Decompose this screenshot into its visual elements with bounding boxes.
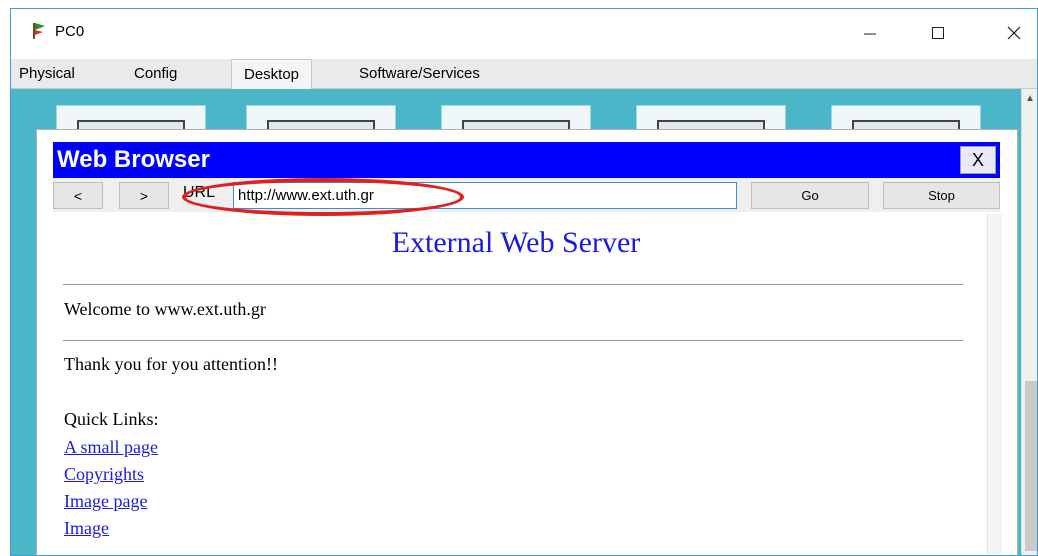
scroll-thumb[interactable] — [1025, 381, 1037, 551]
divider — [63, 340, 963, 341]
page-heading: External Web Server — [391, 226, 641, 259]
link-copyrights[interactable]: Copyrights — [64, 464, 144, 484]
url-label: URL — [183, 184, 216, 201]
quick-links-list: A small page Copyrights Image page Image — [64, 434, 158, 542]
window-title: PC0 — [55, 23, 85, 40]
tab-bar: Physical Config Desktop Software/Service… — [11, 59, 1037, 89]
desktop-area: Web Browser X < > URL Go Stop External W… — [11, 89, 1021, 555]
pc0-window: PC0 Physical Config Desktop Software/Ser… — [10, 8, 1038, 556]
browser-navbar: < > URL Go Stop — [53, 178, 1000, 216]
tab-software-services[interactable]: Software/Services — [359, 65, 480, 82]
thanks-text: Thank you for you attention!! — [64, 354, 278, 374]
divider — [63, 284, 963, 285]
scroll-up-icon[interactable]: ▲ — [1025, 93, 1035, 104]
link-image-page[interactable]: Image page — [64, 491, 147, 511]
minimize-icon — [864, 33, 876, 35]
stop-button[interactable]: Stop — [883, 182, 1000, 209]
maximize-icon — [932, 27, 944, 39]
list-item: Image page — [64, 488, 158, 515]
url-input[interactable] — [233, 182, 737, 209]
link-small-page[interactable]: A small page — [64, 437, 158, 457]
web-browser-title: Web Browser — [57, 146, 210, 173]
close-icon — [1007, 26, 1021, 40]
packet-tracer-icon — [33, 23, 45, 39]
minimize-button[interactable] — [847, 15, 893, 51]
maximize-button[interactable] — [915, 15, 961, 51]
list-item: Copyrights — [64, 461, 158, 488]
list-item: A small page — [64, 434, 158, 461]
web-browser-close-button[interactable]: X — [960, 146, 996, 174]
tab-physical[interactable]: Physical — [19, 65, 75, 82]
tab-desktop[interactable]: Desktop — [231, 59, 313, 89]
tab-config[interactable]: Config — [134, 65, 177, 82]
close-window-button[interactable] — [991, 15, 1037, 51]
web-page-content: External Web Server Welcome to www.ext.u… — [53, 214, 979, 554]
desktop-scrollbar[interactable]: ▲ — [1021, 89, 1037, 555]
window-titlebar: PC0 — [11, 9, 1037, 57]
page-scrollbar[interactable] — [987, 214, 1002, 554]
link-image[interactable]: Image — [64, 518, 109, 538]
go-button[interactable]: Go — [751, 182, 869, 209]
welcome-text: Welcome to www.ext.uth.gr — [64, 299, 266, 319]
web-browser-titlebar: Web Browser X — [53, 142, 1000, 178]
list-item: Image — [64, 515, 158, 542]
web-browser-window: Web Browser X < > URL Go Stop External W… — [36, 129, 1018, 555]
forward-button[interactable]: > — [119, 182, 169, 209]
back-button[interactable]: < — [53, 182, 103, 209]
quick-links-label: Quick Links: — [64, 409, 159, 429]
